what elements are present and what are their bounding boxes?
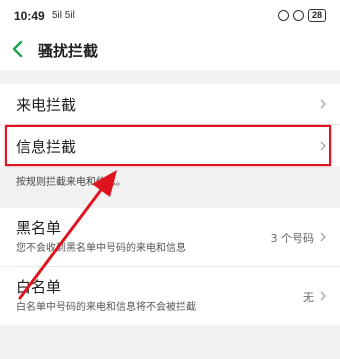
- face-icon: [277, 10, 289, 21]
- highlight-box: [5, 125, 331, 166]
- title-bar: 骚扰拦截: [0, 32, 340, 70]
- whitelist-desc: 白名单中号码的来电和信息将不会被拦截: [16, 302, 196, 313]
- blacklist-count: 3 个号码: [270, 232, 315, 245]
- whitelist-row[interactable]: 白名单 白名单中号码的来电和信息将不会被拦截 无: [0, 267, 340, 325]
- chevron-right-icon: [320, 99, 326, 109]
- battery-icon: 28: [307, 9, 326, 22]
- hint-text: 按规则拦截来电和信息。: [16, 177, 126, 188]
- status-bar: 10:49 5il 5il 28: [0, 0, 340, 32]
- whitelist-title: 白名单: [16, 278, 62, 296]
- call-block-row[interactable]: 来电拦截: [0, 84, 340, 124]
- blacklist-row[interactable]: 黑名单 您不会收到黑名单中号码的来电和信息 3 个号码: [0, 208, 340, 266]
- blacklist-desc: 您不会收到黑名单中号码的来电和信息: [16, 243, 186, 254]
- chevron-left-icon[interactable]: [10, 38, 26, 60]
- chevron-right-icon: [320, 232, 326, 242]
- status-icons: 28: [277, 9, 326, 22]
- signal-icon: 5il 5il: [52, 10, 75, 21]
- call-block-title: 来电拦截: [16, 96, 77, 114]
- blacklist-title: 黑名单: [16, 219, 62, 237]
- page-title: 骚扰拦截: [38, 42, 99, 60]
- whitelist-value: 无: [303, 291, 314, 304]
- section-gap: [0, 70, 340, 84]
- alarm-icon: [292, 10, 304, 21]
- chevron-right-icon: [320, 291, 326, 301]
- status-time: 10:49: [14, 9, 45, 23]
